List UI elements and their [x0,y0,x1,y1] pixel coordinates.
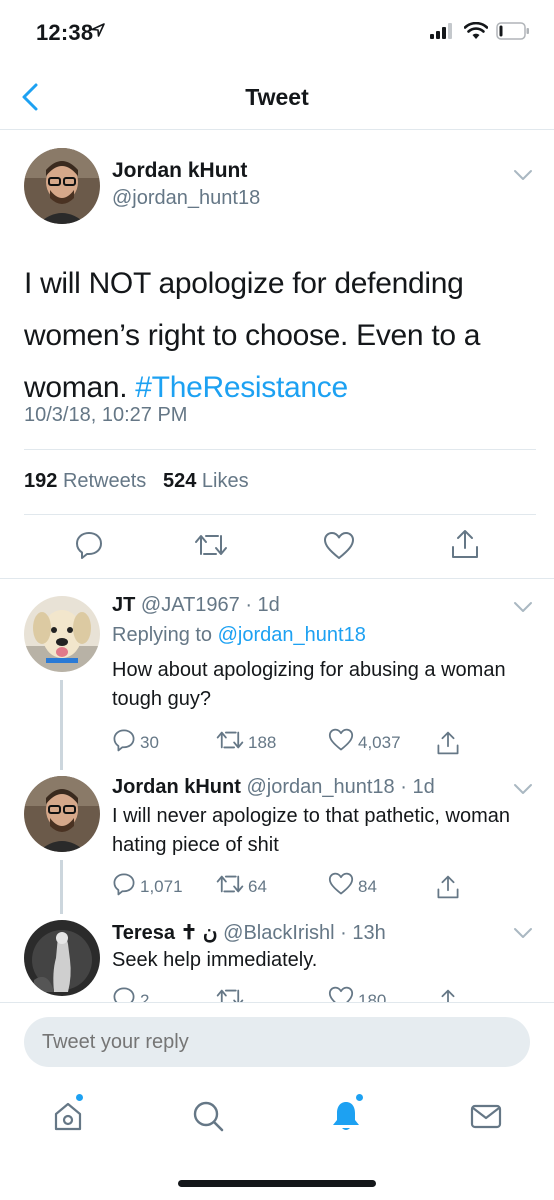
reply-author-handle[interactable]: @BlackIrishl [223,922,334,944]
status-indicators [430,21,530,45]
notifications-icon[interactable] [328,1094,364,1134]
tweet-reply-input[interactable] [24,1017,530,1067]
status-time: 12:38 [36,20,94,45]
retweet-action[interactable]: 188 [216,729,328,756]
retweet-icon [216,729,244,756]
share-icon[interactable] [450,528,480,565]
messages-icon[interactable] [468,1098,504,1134]
reply-count: 30 [140,732,159,752]
like-count: 4,037 [358,732,401,752]
like-icon [328,872,354,901]
reply-time: · 1d [245,594,280,616]
page-title: Tweet [245,84,309,110]
reply-actions: 1,071 64 84 [112,872,460,901]
reply-author-handle[interactable]: @jordan_hunt18 [246,776,394,798]
engagement-counts: 192 Retweets 524 Likes [24,470,249,493]
reply-header: Teresa ✝ ن @BlackIrishl · 13h [112,920,386,945]
retweet-icon [216,873,244,900]
reply-time: · 13h [340,922,386,944]
hashtag-link[interactable]: #TheResistance [135,371,348,404]
reply-text: Seek help immediately. [112,949,318,971]
author-name[interactable]: Jordan kHunt [112,159,247,183]
replying-to: Replying to @jordan_hunt18 [112,624,366,647]
reply-header: Jordan kHunt @jordan_hunt18 · 1d [112,776,435,799]
divider [0,578,554,579]
share-icon[interactable] [436,874,460,900]
likes-stat[interactable]: 524 Likes [163,470,249,492]
share-icon[interactable] [436,730,460,756]
replying-prefix: Replying to [112,624,213,646]
location-arrow-icon [90,22,106,43]
home-indicator [178,1180,376,1187]
retweets-stat[interactable]: 192 Retweets [24,470,146,492]
like-label: Likes [201,470,249,492]
wifi-icon [463,21,489,45]
replying-to-handle[interactable]: @jordan_hunt18 [218,624,366,646]
retweet-count: 64 [248,876,267,896]
search-icon[interactable] [190,1098,226,1134]
reply-count: 1,071 [140,876,183,896]
reply-icon[interactable] [74,530,104,565]
reply-composer [0,1002,554,1082]
reply-header: JT @JAT1967 · 1d [112,594,280,617]
home-icon[interactable] [50,1094,86,1134]
status-bar: 12:38 [0,0,554,66]
home-unread-dot [76,1094,83,1101]
reply-author-name[interactable]: Jordan kHunt [112,776,241,798]
tweet-text: I will NOT apologize for defending women… [24,258,534,414]
like-icon [328,728,354,757]
reply-icon [112,728,136,757]
notifications-unread-dot [356,1094,363,1101]
signal-icon [430,23,456,44]
reply-actions: 30 188 4,037 [112,728,460,757]
battery-icon [496,22,530,45]
reply-icon [112,872,136,901]
retweet-count: 192 [24,470,58,492]
reply-text: I will never apologize to that pathetic,… [112,805,510,856]
reply-action[interactable]: 30 [112,728,216,757]
chevron-down-icon[interactable] [512,926,534,940]
divider [24,449,536,450]
reply-author-name[interactable]: JT [112,594,135,616]
avatar-jt[interactable] [24,596,100,672]
reply-author-name[interactable]: Teresa ✝ ن [112,922,218,944]
chevron-down-icon[interactable] [512,600,534,614]
retweet-icon[interactable] [194,532,228,563]
retweet-label: Retweets [62,470,147,492]
chevron-down-icon[interactable] [512,782,534,796]
retweet-action[interactable]: 64 [216,873,328,900]
avatar-jordan[interactable] [24,148,100,224]
reply-author-handle[interactable]: @JAT1967 [141,594,240,616]
thread-line [60,860,63,914]
retweet-count: 188 [248,732,277,752]
reply-time: · 1d [400,776,435,798]
reply-action[interactable]: 1,071 [112,872,216,901]
divider [24,514,536,515]
like-count: 84 [358,876,377,896]
like-count: 524 [162,470,197,492]
avatar-teresa[interactable] [24,920,100,996]
tweet-timestamp: 10/3/18, 10:27 PM [24,404,188,426]
like-action[interactable]: 84 [328,872,436,901]
like-icon[interactable] [323,531,355,566]
avatar-jordan[interactable] [24,776,100,852]
chevron-down-icon[interactable] [512,168,534,182]
like-action[interactable]: 4,037 [328,728,436,757]
reply-text: How about apologizing for abusing a woma… [112,659,506,710]
author-handle[interactable]: @jordan_hunt18 [112,187,260,210]
navigation-bar: Tweet [0,66,554,130]
thread-line [60,680,63,770]
